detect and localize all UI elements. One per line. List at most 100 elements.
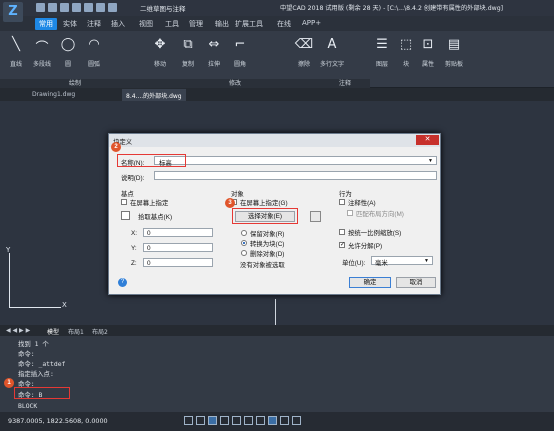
ribbon-tab[interactable]: 常用 — [35, 18, 57, 30]
description-input[interactable] — [154, 171, 437, 180]
copy-icon[interactable]: ⧉ — [178, 37, 198, 52]
scale-uniform-label: 按统一比例缩放(S) — [348, 230, 402, 237]
unit-select[interactable]: 毫米 ▼ — [371, 256, 433, 267]
match-orient-checkbox[interactable] — [347, 210, 353, 216]
mtext-icon[interactable]: A — [322, 37, 342, 52]
base-point-group-title: 基点 — [121, 191, 134, 198]
doc-tab-current[interactable]: 8.4....的外部块.dwg — [122, 89, 186, 101]
clipboard-icon[interactable]: ▤ — [444, 37, 464, 52]
ribbon-tab[interactable]: 扩展工具 — [235, 19, 263, 29]
circle-icon[interactable]: ◯ — [58, 37, 78, 52]
doc-tab-drawing1[interactable]: Drawing1.dwg — [28, 89, 79, 101]
command-input-line[interactable]: BLOCK — [18, 402, 37, 410]
close-icon[interactable]: ✕ — [416, 135, 439, 145]
status-toggle-icon[interactable] — [196, 416, 205, 425]
status-toggle-icon[interactable] — [268, 416, 277, 425]
open-file-icon[interactable] — [48, 3, 57, 12]
ribbon-tab[interactable]: 管理 — [189, 19, 203, 29]
erase-icon[interactable]: ⌫ — [294, 37, 314, 52]
ok-button[interactable]: 确定 — [349, 277, 391, 288]
status-toggle-icon[interactable] — [208, 416, 217, 425]
status-toggle-icon[interactable] — [232, 416, 241, 425]
scale-uniform-checkbox[interactable] — [339, 229, 345, 235]
status-toggle-icon[interactable] — [280, 416, 289, 425]
quick-select-icon[interactable] — [310, 211, 321, 222]
arc-icon[interactable]: ◠ — [84, 37, 104, 52]
attribute-icon[interactable]: ⊡ — [418, 37, 438, 52]
name-combo[interactable]: 标高 ▼ — [154, 156, 437, 167]
cancel-button[interactable]: 取消 — [396, 277, 436, 288]
save-icon[interactable] — [60, 3, 69, 12]
unit-label: 单位(U): — [342, 260, 366, 267]
y-input[interactable]: 0 — [143, 243, 213, 252]
ribbon-tab[interactable]: 输出 — [215, 19, 229, 29]
fillet-icon[interactable]: ⌐ — [230, 37, 250, 52]
layer-icon[interactable]: ☰ — [372, 37, 392, 52]
ribbon-tab[interactable]: 插入 — [111, 19, 125, 29]
stretch-icon[interactable]: ⇔ — [204, 37, 224, 52]
ribbon-tab[interactable]: 在线 — [277, 19, 291, 29]
status-toggle-icon[interactable] — [184, 416, 193, 425]
ribbon-tool-label: 拉伸 — [207, 61, 220, 68]
x-input[interactable]: 0 — [143, 228, 213, 237]
base-on-screen-checkbox[interactable] — [121, 199, 127, 205]
ribbon-tool-label: 圆角 — [233, 61, 246, 68]
convert-radio[interactable] — [241, 240, 247, 246]
workspace-selector[interactable]: 二维草图与注释 — [140, 3, 186, 13]
undo-icon[interactable] — [96, 3, 105, 12]
ribbon-tool-label: 直线 — [9, 61, 22, 68]
match-orient-label: 匹配布局方向(M) — [356, 211, 404, 218]
tab-model[interactable]: 模型 — [47, 327, 59, 336]
retain-radio[interactable] — [241, 230, 247, 236]
save-as-icon[interactable] — [72, 3, 81, 12]
ribbon-tab[interactable]: APP+ — [302, 19, 321, 27]
ucs-x-axis — [9, 307, 61, 308]
new-file-icon[interactable] — [36, 3, 45, 12]
convert-label: 转换为块(C) — [250, 241, 285, 248]
redo-icon[interactable] — [108, 3, 117, 12]
ribbon-tab[interactable]: 注释 — [87, 19, 101, 29]
tab-layout2[interactable]: 布局2 — [92, 327, 108, 336]
line-icon[interactable]: ╲ — [6, 37, 26, 52]
chevron-down-icon: ▼ — [424, 258, 429, 264]
pick-point-icon[interactable] — [121, 211, 130, 220]
tab-layout1[interactable]: 布局1 — [68, 327, 84, 336]
ribbon-tab[interactable]: 视图 — [139, 19, 153, 29]
status-toggle-icon[interactable] — [244, 416, 253, 425]
document-tabs: Drawing1.dwg 8.4....的外部块.dwg — [0, 88, 554, 101]
x-label: X: — [131, 230, 138, 237]
layout-nav-icon[interactable]: ◀ ◀ ▶ ▶ — [6, 327, 30, 334]
coordinate-readout: 9387.0005, 1822.5608, 0.0000 — [8, 417, 108, 425]
z-label: Z: — [131, 260, 137, 267]
unit-value: 毫米 — [375, 260, 388, 267]
ribbon-group-modify: 修改 — [150, 79, 320, 88]
ribbon-tab[interactable]: 工具 — [165, 19, 179, 29]
ribbon-tool-label: 移动 — [153, 61, 166, 68]
z-input[interactable]: 0 — [143, 258, 213, 267]
x-value: 0 — [147, 230, 151, 237]
ribbon-tool-label: 擦除 — [297, 61, 310, 68]
pick-point-button[interactable]: 拾取基点(K) — [138, 212, 172, 221]
dialog-title-bar: 块定义 ✕ — [109, 134, 440, 147]
command-window[interactable]: 找到 1 个 命令: 命令: _attdef 指定插入点: 命令: 命令: B … — [0, 336, 554, 412]
status-toggle-icon[interactable] — [292, 416, 301, 425]
move-icon[interactable]: ✥ — [150, 37, 170, 52]
ribbon-tab[interactable]: 实体 — [63, 19, 77, 29]
y-value: 0 — [147, 245, 151, 252]
delete-radio[interactable] — [241, 250, 247, 256]
command-history-line: 指定插入点: — [18, 370, 54, 378]
ribbon-tool-label: 圆弧 — [87, 61, 100, 68]
print-icon[interactable] — [84, 3, 93, 12]
help-icon[interactable]: ? — [118, 278, 127, 287]
allow-explode-checkbox[interactable]: ✓ — [339, 242, 345, 248]
block-icon[interactable]: ⬚ — [396, 37, 416, 52]
delete-label: 删除对象(D) — [250, 251, 285, 258]
polyline-icon[interactable]: ⌒ — [32, 37, 52, 56]
annotative-checkbox[interactable] — [339, 199, 345, 205]
highlight-name — [117, 154, 186, 167]
status-toggle-icon[interactable] — [256, 416, 265, 425]
allow-explode-label: 允许分解(P) — [348, 243, 383, 250]
base-on-screen-label: 在屏幕上指定 — [130, 200, 169, 207]
no-selection-text: 没有对象被选取 — [240, 262, 285, 269]
status-toggle-icon[interactable] — [220, 416, 229, 425]
